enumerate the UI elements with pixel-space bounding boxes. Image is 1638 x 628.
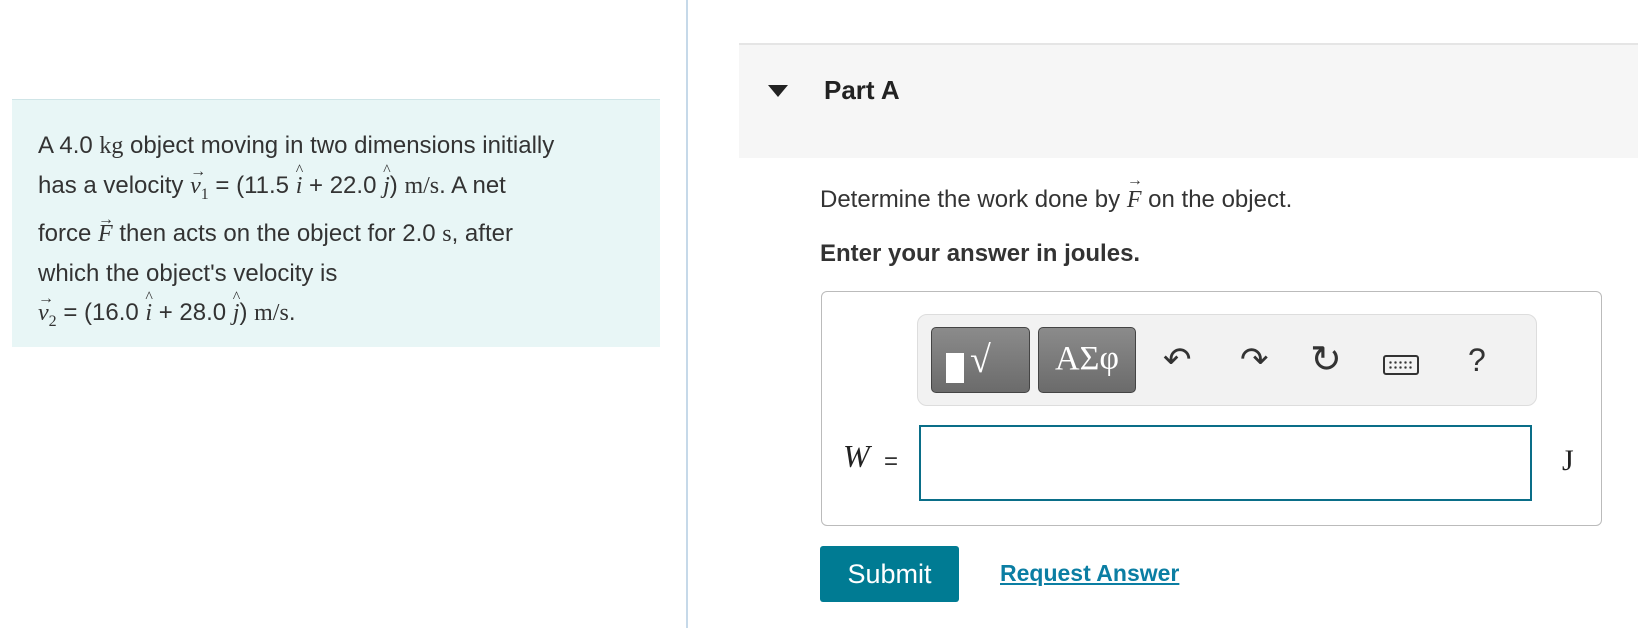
force-vector-symbol: → F (1126, 172, 1143, 213)
redo-icon[interactable]: ↷ (1240, 343, 1269, 377)
math-toolbar: √ ΑΣφ ↶ ↷ ↻ ? (917, 314, 1537, 406)
answer-input[interactable] (919, 425, 1532, 501)
undo-icon[interactable]: ↶ (1163, 343, 1192, 377)
greek-letters-button[interactable]: ΑΣφ (1038, 327, 1136, 393)
unit-label: J (1562, 444, 1574, 477)
templates-button[interactable]: √ (931, 327, 1030, 393)
collapse-caret-icon[interactable] (768, 85, 788, 97)
equals-sign: = (884, 448, 899, 475)
question-text: Determine the work done by → F on the obj… (820, 172, 1293, 213)
submit-button[interactable]: Submit (820, 546, 959, 602)
i-hat-symbol: ^ i (145, 288, 153, 326)
j-hat-symbol: ^ j (232, 288, 241, 326)
part-title: Part A (824, 75, 900, 105)
problem-statement-panel: A 4.0 kg object moving in two dimensions… (12, 99, 660, 347)
request-answer-link[interactable]: Request Answer (1000, 560, 1179, 587)
answer-instruction: Enter your answer in joules. (820, 240, 1141, 267)
problem-text: A 4.0 kg object moving in two dimensions… (38, 126, 638, 341)
panel-divider (686, 0, 688, 628)
help-icon[interactable]: ? (1468, 343, 1486, 377)
j-hat-symbol: ^ j (383, 162, 391, 199)
velocity-vector-symbol: → v (190, 163, 207, 199)
part-a-header[interactable]: Part A (739, 43, 1638, 158)
velocity-vector-symbol: → v (38, 289, 54, 326)
reset-icon[interactable]: ↻ (1310, 341, 1342, 379)
answer-variable-label: W (843, 438, 870, 474)
answer-box: √ ΑΣφ ↶ ↷ ↻ ? W = J (821, 291, 1602, 526)
template-icon (946, 353, 964, 383)
force-vector-symbol: → F (98, 210, 115, 247)
keyboard-icon[interactable] (1383, 355, 1419, 375)
i-hat-symbol: ^ i (295, 162, 304, 199)
